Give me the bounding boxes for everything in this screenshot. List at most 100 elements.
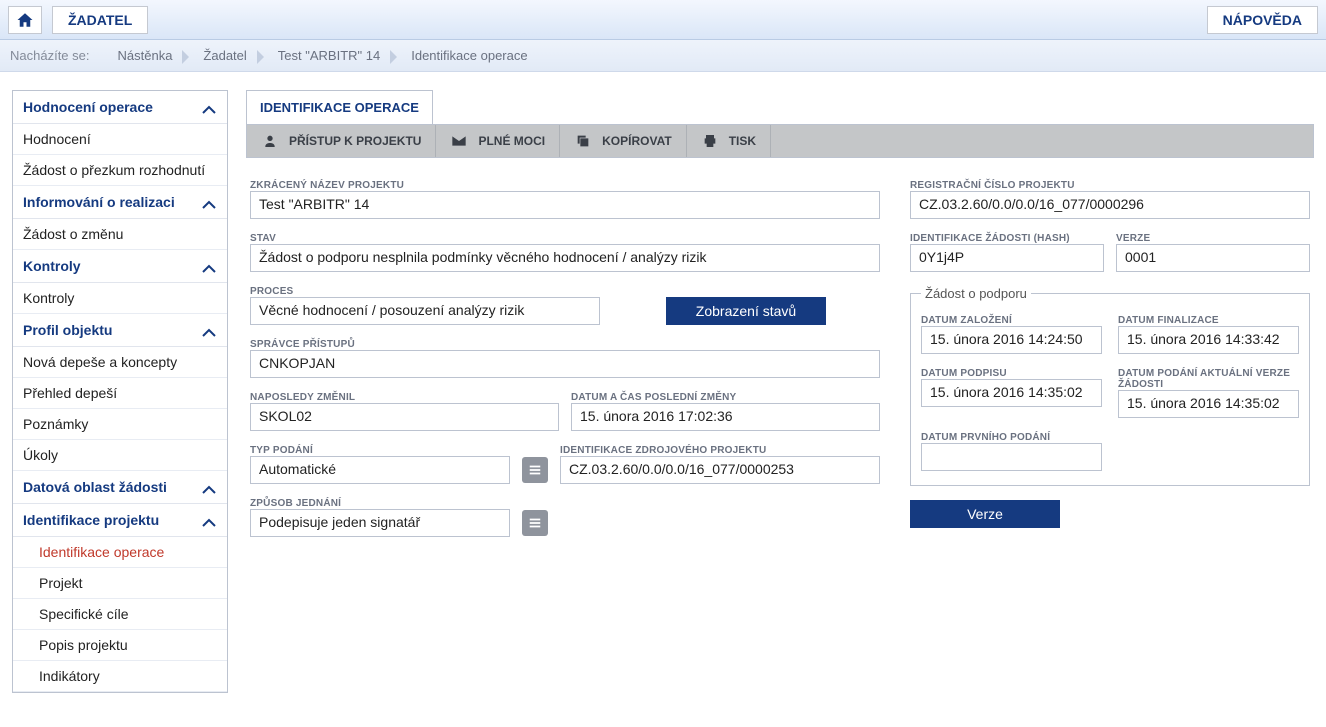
page-title: IDENTIFIKACE OPERACE [246, 90, 433, 124]
label-date-sign: DATUM PODPISU [921, 368, 1102, 379]
sidebar-item-prehled-depesi[interactable]: Přehled depeší [13, 378, 227, 409]
sidebar-item-kontroly[interactable]: Kontroly [13, 283, 227, 314]
breadcrumb-item[interactable]: Nástěnka [108, 48, 190, 63]
label-state: STAV [250, 233, 880, 244]
sidebar-item-prezkum[interactable]: Žádost o přezkum rozhodnutí [13, 155, 227, 186]
label-short-name: ZKRÁCENÝ NÁZEV PROJEKTU [250, 180, 880, 191]
breadcrumb-item: Identifikace operace [401, 48, 544, 63]
chevron-up-icon [201, 197, 217, 207]
label-submit-type: TYP PODÁNÍ [250, 445, 510, 456]
section-title: Identifikace projektu [23, 512, 159, 528]
sidebar-item-ukoly[interactable]: Úkoly [13, 440, 227, 471]
date-sign-field: 15. února 2016 14:35:02 [921, 379, 1102, 407]
toolbar-label: KOPÍROVAT [602, 134, 672, 148]
chevron-up-icon [201, 261, 217, 271]
sidebar-section-profil[interactable]: Profil objektu [13, 314, 227, 347]
copy-icon [574, 133, 592, 149]
versions-button[interactable]: Verze [910, 500, 1060, 528]
application-fieldset: Žádost o podporu DATUM ZALOŽENÍ 15. únor… [910, 286, 1310, 486]
section-title: Kontroly [23, 258, 81, 274]
sidebar-item-poznamky[interactable]: Poznámky [13, 409, 227, 440]
chevron-up-icon [201, 325, 217, 335]
sidebar-section-identifikace-projektu[interactable]: Identifikace projektu [13, 504, 227, 537]
label-last-changed-by: NAPOSLEDY ZMĚNIL [250, 392, 559, 403]
toolbar-powers-button[interactable]: PLNÉ MOCI [436, 125, 560, 157]
submit-type-field[interactable]: Automatické [250, 456, 510, 484]
users-icon [261, 133, 279, 149]
src-id-field: CZ.03.2.60/0.0/0.0/16_077/0000253 [560, 456, 880, 484]
mail-icon [450, 133, 468, 149]
label-last-change-dt: DATUM A ČAS POSLEDNÍ ZMĚNY [571, 392, 880, 403]
top-bar: ŽADATEL NÁPOVĚDA [0, 0, 1326, 40]
sidebar-item-depese[interactable]: Nová depeše a koncepty [13, 347, 227, 378]
submit-type-picker-button[interactable] [522, 457, 548, 483]
chevron-up-icon [201, 482, 217, 492]
action-style-field[interactable]: Podepisuje jeden signatář [250, 509, 510, 537]
toolbar-copy-button[interactable]: KOPÍROVAT [560, 125, 687, 157]
toolbar-access-button[interactable]: PŘÍSTUP K PROJEKTU [247, 125, 436, 157]
chevron-up-icon [201, 102, 217, 112]
date-created-field: 15. února 2016 14:24:50 [921, 326, 1102, 354]
applicant-tab[interactable]: ŽADATEL [52, 6, 148, 34]
label-action-style: ZPŮSOB JEDNÁNÍ [250, 498, 510, 509]
section-title: Informování o realizaci [23, 194, 175, 210]
list-icon [528, 516, 542, 530]
process-field: Věcné hodnocení / posouzení analýzy rizi… [250, 297, 600, 325]
label-src-id: IDENTIFIKACE ZDROJOVÉHO PROJEKTU [560, 445, 880, 456]
section-title: Hodnocení operace [23, 99, 153, 115]
help-button[interactable]: NÁPOVĚDA [1207, 6, 1318, 34]
print-icon [701, 133, 719, 149]
toolbar-label: PLNÉ MOCI [478, 134, 545, 148]
toolbar-print-button[interactable]: TISK [687, 125, 771, 157]
date-submit-field: 15. února 2016 14:35:02 [1118, 390, 1299, 418]
toolbar-label: PŘÍSTUP K PROJEKTU [289, 134, 421, 148]
short-name-field[interactable]: Test "ARBITR" 14 [250, 191, 880, 219]
breadcrumb: Nacházíte se: Nástěnka Žadatel Test "ARB… [0, 40, 1326, 72]
admin-field: CNKOPJAN [250, 350, 880, 378]
action-style-picker-button[interactable] [522, 510, 548, 536]
label-process: PROCES [250, 286, 600, 297]
breadcrumb-item[interactable]: Žadatel [193, 48, 263, 63]
sidebar-item-popis-projektu[interactable]: Popis projektu [13, 630, 227, 661]
section-title: Profil objektu [23, 322, 112, 338]
date-final-field: 15. února 2016 14:33:42 [1118, 326, 1299, 354]
state-field: Žádost o podporu nesplnila podmínky věcn… [250, 244, 880, 272]
breadcrumb-item[interactable]: Test "ARBITR" 14 [268, 48, 397, 63]
label-date-final: DATUM FINALIZACE [1118, 315, 1299, 326]
label-date-submit: DATUM PODÁNÍ AKTUÁLNÍ VERZE ŽÁDOSTI [1118, 368, 1299, 390]
sidebar-item-projekt[interactable]: Projekt [13, 568, 227, 599]
section-title: Datová oblast žádosti [23, 479, 167, 495]
sidebar-item-identifikace-operace[interactable]: Identifikace operace [13, 537, 227, 568]
sidebar-section-informovani[interactable]: Informování o realizaci [13, 186, 227, 219]
label-reg-no: REGISTRAČNÍ ČÍSLO PROJEKTU [910, 180, 1310, 191]
last-change-dt-field: 15. února 2016 17:02:36 [571, 403, 880, 431]
main-panel: IDENTIFIKACE OPERACE PŘÍSTUP K PROJEKTU … [246, 90, 1314, 553]
version-field: 0001 [1116, 244, 1310, 272]
sidebar-item-zmena[interactable]: Žádost o změnu [13, 219, 227, 250]
label-date-created: DATUM ZALOŽENÍ [921, 315, 1102, 326]
show-states-button[interactable]: Zobrazení stavů [666, 297, 826, 325]
reg-no-field: CZ.03.2.60/0.0/0.0/16_077/0000296 [910, 191, 1310, 219]
label-hash: IDENTIFIKACE ŽÁDOSTI (HASH) [910, 233, 1104, 244]
sidebar-section-datova-oblast[interactable]: Datová oblast žádosti [13, 471, 227, 504]
chevron-up-icon [201, 515, 217, 525]
last-changed-by-field: SKOL02 [250, 403, 559, 431]
toolbar-label: TISK [729, 134, 756, 148]
sidebar: Hodnocení operace Hodnocení Žádost o pře… [12, 90, 228, 693]
sidebar-item-hodnoceni[interactable]: Hodnocení [13, 124, 227, 155]
hash-field: 0Y1j4P [910, 244, 1104, 272]
sidebar-item-specificke-cile[interactable]: Specifické cíle [13, 599, 227, 630]
toolbar: PŘÍSTUP K PROJEKTU PLNÉ MOCI KOPÍROVAT T… [246, 124, 1314, 158]
list-icon [528, 463, 542, 477]
home-button[interactable] [8, 6, 42, 34]
label-date-first: DATUM PRVNÍHO PODÁNÍ [921, 432, 1102, 443]
label-admin: SPRÁVCE PŘÍSTUPŮ [250, 339, 880, 350]
sidebar-section-kontroly[interactable]: Kontroly [13, 250, 227, 283]
label-version: VERZE [1116, 233, 1310, 244]
home-icon [16, 11, 34, 29]
date-first-field [921, 443, 1102, 471]
sidebar-section-hodnoceni-operace[interactable]: Hodnocení operace [13, 91, 227, 124]
sidebar-item-indikatory[interactable]: Indikátory [13, 661, 227, 692]
fieldset-legend: Žádost o podporu [921, 286, 1031, 301]
breadcrumb-label: Nacházíte se: [10, 48, 90, 63]
